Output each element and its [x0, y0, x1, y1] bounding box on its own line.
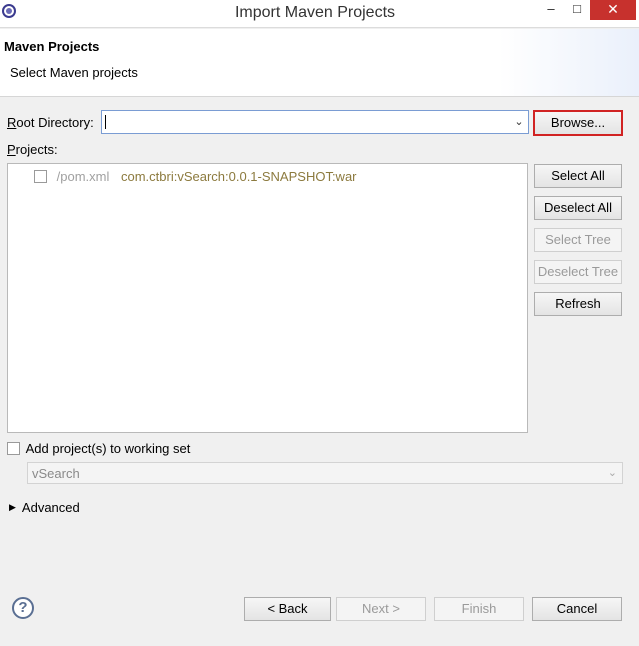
window-title: Import Maven Projects — [234, 4, 396, 21]
tree-row[interactable]: /pom.xml com.ctbri:vSearch:0.0.1-SNAPSHO… — [34, 168, 357, 186]
minimize-button[interactable]: – — [540, 0, 562, 20]
finish-button[interactable]: Finish — [434, 597, 524, 621]
root-directory-input[interactable] — [104, 113, 504, 131]
root-directory-label: Root Directory: — [7, 115, 94, 130]
working-set-checkbox[interactable] — [7, 442, 20, 456]
deselect-all-button[interactable]: Deselect All — [534, 196, 622, 220]
working-set-value: vSearch — [32, 466, 80, 481]
deselect-tree-button[interactable]: Deselect Tree — [534, 260, 622, 284]
close-button[interactable]: ✕ — [590, 0, 636, 20]
chevron-down-icon[interactable]: ⌄ — [512, 114, 526, 130]
wizard-header: Maven Projects Select Maven projects — [0, 29, 639, 97]
working-set-select: vSearch ⌄ — [27, 462, 623, 484]
advanced-toggle[interactable]: ▶ Advanced — [9, 499, 80, 515]
page-title: Maven Projects — [4, 39, 100, 54]
chevron-down-icon: ⌄ — [607, 467, 617, 479]
select-tree-button[interactable]: Select Tree — [534, 228, 622, 252]
project-checkbox[interactable] — [34, 170, 47, 184]
next-button[interactable]: Next > — [336, 597, 426, 621]
projects-tree[interactable]: /pom.xml com.ctbri:vSearch:0.0.1-SNAPSHO… — [7, 163, 528, 433]
browse-button[interactable]: Browse... — [533, 110, 623, 136]
back-button[interactable]: < Back — [244, 597, 331, 621]
root-directory-combo[interactable]: ⌄ — [101, 110, 529, 134]
maximize-button[interactable]: □ — [566, 0, 588, 20]
expand-triangle-icon[interactable]: ▶ — [9, 502, 16, 512]
pom-path: /pom.xml — [56, 169, 110, 185]
working-set-row[interactable]: Add project(s) to working set — [7, 440, 190, 456]
select-all-button[interactable]: Select All — [534, 164, 622, 188]
advanced-label: Advanced — [21, 500, 80, 516]
title-bar: Import Maven Projects – □ ✕ — [0, 0, 639, 28]
projects-label: Projects: — [7, 142, 58, 157]
cancel-button[interactable]: Cancel — [532, 597, 622, 621]
help-icon[interactable]: ? — [12, 597, 34, 619]
artifact-id: com.ctbri:vSearch:0.0.1-SNAPSHOT:war — [120, 169, 357, 185]
working-set-label: Add project(s) to working set — [25, 441, 191, 457]
refresh-button[interactable]: Refresh — [534, 292, 622, 316]
page-description: Select Maven projects — [10, 65, 138, 80]
